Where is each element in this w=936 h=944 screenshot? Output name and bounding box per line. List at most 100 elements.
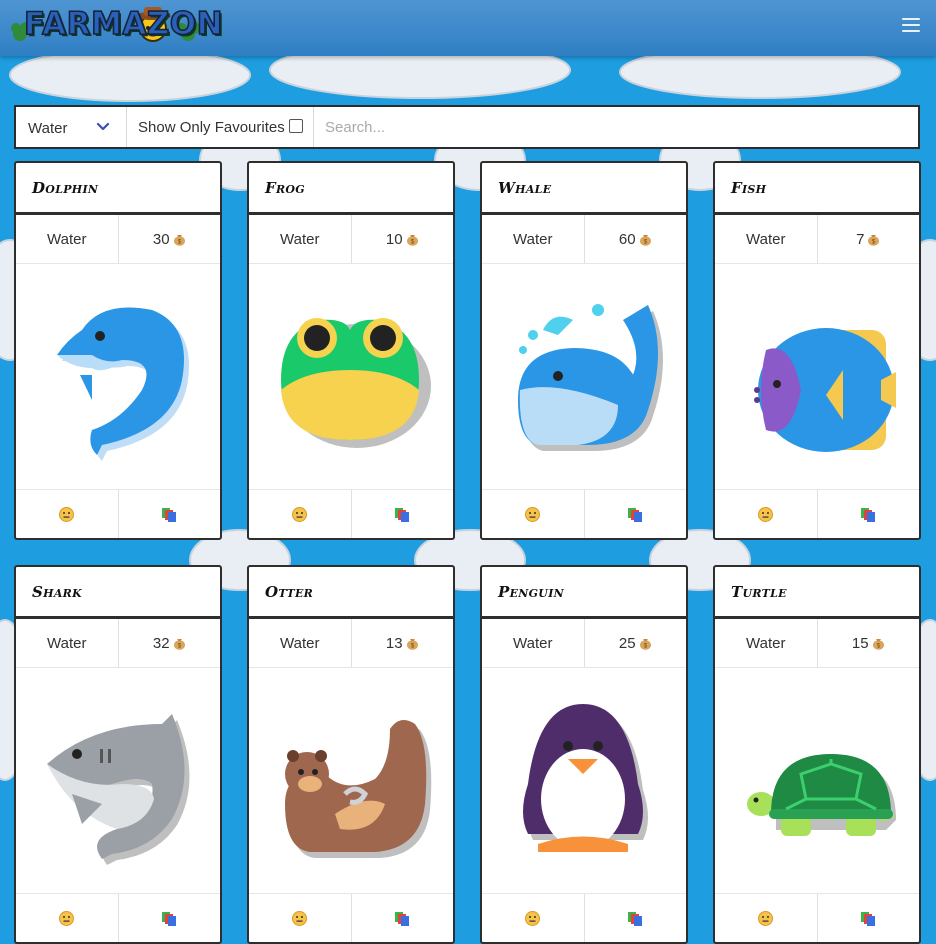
card-actions bbox=[16, 490, 220, 538]
card-meta: Water 10 $ bbox=[249, 215, 453, 264]
price-cell: 15 $ bbox=[816, 619, 920, 667]
penguin-icon bbox=[523, 704, 648, 852]
money-bag-icon: $ bbox=[639, 235, 651, 246]
favourites-checkbox[interactable] bbox=[289, 119, 303, 133]
card-actions bbox=[16, 894, 220, 942]
neutral-face-icon bbox=[292, 506, 308, 522]
money-bag-icon: $ bbox=[173, 639, 185, 650]
habitat: Water bbox=[47, 634, 87, 652]
habitat: Water bbox=[47, 230, 87, 248]
turtle-icon bbox=[747, 754, 896, 836]
animal-name: Whale bbox=[498, 179, 552, 197]
compare-button[interactable] bbox=[816, 490, 920, 538]
shark-icon bbox=[47, 714, 190, 865]
card-actions bbox=[482, 490, 686, 538]
price-value: 7 bbox=[856, 230, 865, 248]
favourite-button[interactable] bbox=[715, 894, 817, 942]
cards-stack-icon bbox=[395, 911, 410, 926]
animal-card: Dolphin Water 30 $ bbox=[14, 161, 222, 540]
favourite-button[interactable] bbox=[16, 894, 118, 942]
animal-card: Otter Water 13 $ bbox=[247, 565, 455, 944]
animal-name: Dolphin bbox=[32, 179, 99, 197]
compare-button[interactable] bbox=[583, 490, 687, 538]
price-cell: 30 $ bbox=[117, 215, 221, 263]
favourite-button[interactable] bbox=[482, 490, 584, 538]
card-header: Otter bbox=[249, 567, 453, 619]
cards-stack-icon bbox=[162, 911, 177, 926]
card-header: Penguin bbox=[482, 567, 686, 619]
money-bag-icon: $ bbox=[868, 235, 880, 246]
money-bag-icon: $ bbox=[872, 639, 884, 650]
favourite-button[interactable] bbox=[249, 490, 351, 538]
compare-button[interactable] bbox=[117, 894, 221, 942]
card-actions bbox=[249, 894, 453, 942]
price-value: 25 bbox=[618, 634, 636, 652]
card-meta: Water 30 $ bbox=[16, 215, 220, 264]
animal-name: Penguin bbox=[498, 583, 565, 601]
card-header: Whale bbox=[482, 163, 686, 215]
navbar: FARMAZON bbox=[0, 0, 936, 56]
favourites-filter[interactable]: Show Only Favourites bbox=[127, 107, 314, 147]
cards-stack-icon bbox=[628, 911, 643, 926]
compare-button[interactable] bbox=[583, 894, 687, 942]
favourite-button[interactable] bbox=[16, 490, 118, 538]
animal-card: Shark Water 32 $ bbox=[14, 565, 222, 944]
price-value: 30 bbox=[152, 230, 170, 248]
price-cell: 13 $ bbox=[350, 619, 454, 667]
animal-image bbox=[16, 668, 220, 894]
cards-stack-icon bbox=[628, 507, 643, 522]
favourite-button[interactable] bbox=[249, 894, 351, 942]
compare-button[interactable] bbox=[816, 894, 920, 942]
animal-image bbox=[715, 264, 919, 490]
frog-icon bbox=[281, 318, 431, 448]
price-cell: 7 $ bbox=[816, 215, 920, 263]
card-meta: Water 13 $ bbox=[249, 619, 453, 668]
compare-button[interactable] bbox=[350, 490, 454, 538]
compare-button[interactable] bbox=[350, 894, 454, 942]
habitat: Water bbox=[746, 634, 786, 652]
price-value: 60 bbox=[618, 230, 636, 248]
card-header: Turtle bbox=[715, 567, 919, 619]
filter-bar: Water Show Only Favourites bbox=[14, 105, 920, 149]
logo[interactable]: FARMAZON bbox=[10, 4, 223, 48]
animal-name: Fish bbox=[731, 179, 767, 197]
price-value: 13 bbox=[385, 634, 403, 652]
logo-text: FARMAZON bbox=[23, 5, 224, 43]
category-select-value: Water bbox=[28, 120, 68, 137]
animal-name: Shark bbox=[32, 583, 82, 601]
money-bag-icon: $ bbox=[173, 235, 185, 246]
neutral-face-icon bbox=[525, 910, 541, 926]
card-meta: Water 25 $ bbox=[482, 619, 686, 668]
card-header: Fish bbox=[715, 163, 919, 215]
animal-image bbox=[482, 668, 686, 894]
category-select[interactable]: Water bbox=[16, 107, 127, 147]
card-meta: Water 32 $ bbox=[16, 619, 220, 668]
price-value: 10 bbox=[385, 230, 403, 248]
card-header: Dolphin bbox=[16, 163, 220, 215]
hamburger-icon[interactable] bbox=[902, 18, 920, 32]
animal-image bbox=[16, 264, 220, 490]
otter-icon bbox=[285, 720, 432, 858]
neutral-face-icon bbox=[59, 910, 75, 926]
card-meta: Water 60 $ bbox=[482, 215, 686, 264]
compare-button[interactable] bbox=[117, 490, 221, 538]
neutral-face-icon bbox=[292, 910, 308, 926]
cards-stack-icon bbox=[162, 507, 177, 522]
money-bag-icon: $ bbox=[639, 639, 651, 650]
habitat: Water bbox=[280, 634, 320, 652]
favourite-button[interactable] bbox=[482, 894, 584, 942]
price-cell: 10 $ bbox=[350, 215, 454, 263]
animal-name: Turtle bbox=[731, 583, 787, 601]
money-bag-icon: $ bbox=[406, 639, 418, 650]
cards-stack-icon bbox=[395, 507, 410, 522]
cards-stack-icon bbox=[861, 507, 876, 522]
animal-card: Turtle Water 15 $ bbox=[713, 565, 921, 944]
favourite-button[interactable] bbox=[715, 490, 817, 538]
search-input[interactable] bbox=[314, 107, 918, 147]
animal-image bbox=[249, 264, 453, 490]
animal-card: Frog Water 10 $ bbox=[247, 161, 455, 540]
card-header: Shark bbox=[16, 567, 220, 619]
price-cell: 32 $ bbox=[117, 619, 221, 667]
animal-image bbox=[249, 668, 453, 894]
card-meta: Water 15 $ bbox=[715, 619, 919, 668]
